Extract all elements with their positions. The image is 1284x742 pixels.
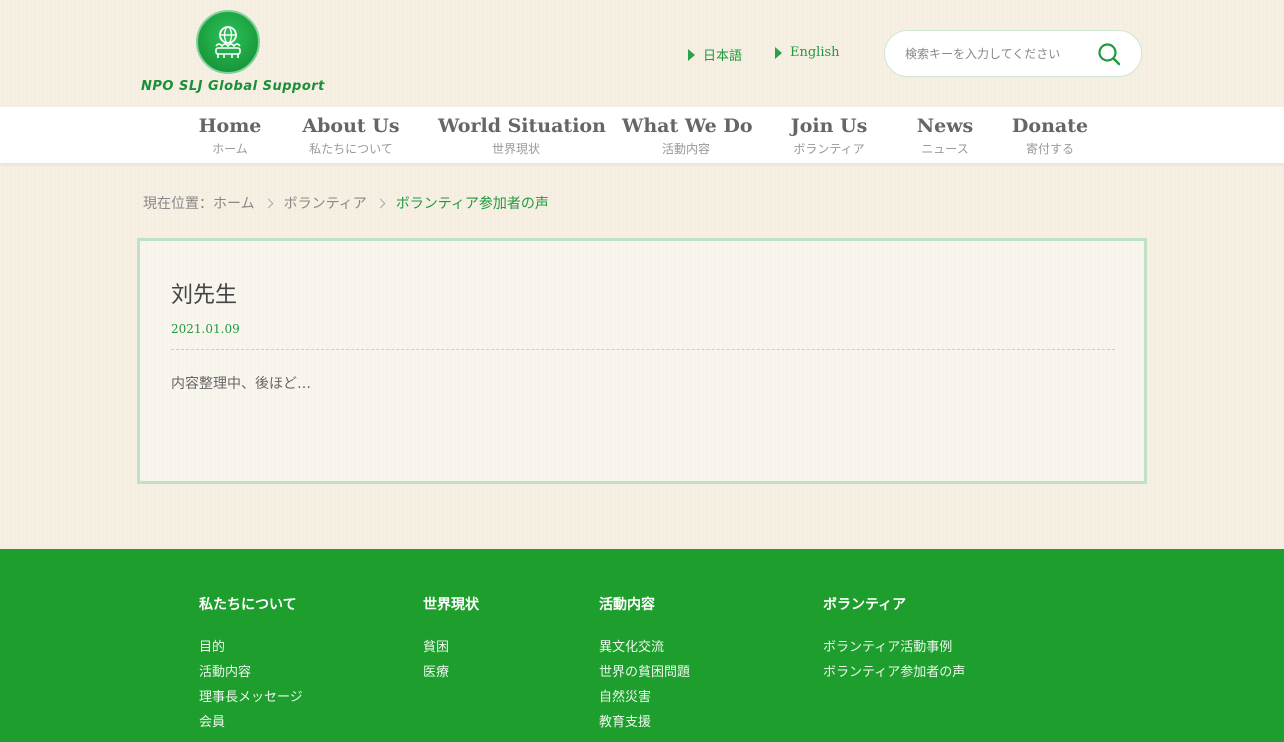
footer-link[interactable]: 活動内容 [199,661,303,686]
nav-item-donate[interactable]: Donate 寄付する [1010,107,1090,163]
play-triangle-icon [688,48,695,61]
footer-column-title[interactable]: 世界現状 [423,594,479,614]
play-triangle-icon [775,46,782,59]
nav-item-label: Join Us [790,115,868,137]
logo-text: NPO SLJ Global Support [141,79,325,94]
nav-item-label: Home [198,115,262,137]
site-logo[interactable]: NPO SLJ Global Support [141,10,325,98]
main-nav: Home ホーム About Us 私たちについて World Situatio… [0,107,1284,163]
site-footer: 私たちについて 目的 活動内容 理事長メッセージ 会員 世界現状 貧困 医療 活… [0,549,1284,742]
language-japanese-link[interactable]: 日本語 [688,45,742,64]
article-title: 刘先生 [171,283,238,308]
footer-link[interactable]: 目的 [199,636,303,661]
footer-column-world: 世界現状 貧困 医療 [423,594,479,686]
footer-link[interactable]: 異文化交流 [599,636,690,661]
nav-item-label: World Situation [438,115,606,137]
chevron-right-icon [375,198,386,208]
nav-item-sublabel: 世界現状 [491,142,540,156]
nav-item-home[interactable]: Home ホーム [190,107,270,163]
breadcrumb: 現在位置： ホーム ボランティア ボランティア参加者の声 [143,193,549,213]
search-box [884,30,1142,77]
nav-item-label: Donate [1011,115,1089,137]
site-header: NPO SLJ Global Support 日本語 English [0,0,1284,107]
footer-column-volunteer: ボランティア ボランティア活動事例 ボランティア参加者の声 [823,594,965,686]
footer-link[interactable]: ボランティア活動事例 [823,636,965,661]
footer-column-title[interactable]: 活動内容 [599,594,690,614]
nav-item-sublabel: 私たちについて [309,142,393,156]
nav-item-label: What We Do [622,115,753,137]
footer-link[interactable]: 会員 [199,711,303,736]
footer-column-title[interactable]: 私たちについて [199,594,303,614]
search-icon[interactable] [1097,42,1121,66]
footer-column-about: 私たちについて 目的 活動内容 理事長メッセージ 会員 [199,594,303,736]
nav-item-world-situation[interactable]: World Situation 世界現状 [438,107,606,163]
language-english-link[interactable]: English [775,45,840,60]
nav-item-sublabel: ニュース [921,142,969,156]
footer-column-title[interactable]: ボランティア [823,594,965,614]
footer-link[interactable]: 医療 [423,661,479,686]
breadcrumb-current: ボランティア参加者の声 [395,196,549,212]
nav-item-about-us[interactable]: About Us 私たちについて [295,107,407,163]
breadcrumb-prefix: 現在位置： [143,196,213,212]
nav-item-sublabel: 寄付する [1025,142,1074,156]
footer-link[interactable]: 世界の貧困問題 [599,661,690,686]
article-container: 刘先生 2021.01.09 内容整理中、後ほど… [137,238,1147,484]
footer-link[interactable]: ボランティア参加者の声 [823,661,965,686]
nav-item-sublabel: 活動内容 [661,142,710,156]
footer-link[interactable]: 理事長メッセージ [199,686,303,711]
footer-column-activities: 活動内容 異文化交流 世界の貧困問題 自然災害 教育支援 [599,594,690,736]
nav-item-join-us[interactable]: Join Us ボランティア [779,107,879,163]
footer-link[interactable]: 教育支援 [599,711,690,736]
language-japanese-label: 日本語 [703,49,743,64]
language-english-label: English [790,45,840,60]
footer-link[interactable]: 自然災害 [599,686,690,711]
nav-item-label: About Us [302,115,400,137]
breadcrumb-home-link[interactable]: ホーム [213,193,255,213]
globe-hands-icon [196,10,260,74]
breadcrumb-parent-link[interactable]: ボランティア [284,193,367,213]
nav-item-news[interactable]: News ニュース [910,107,980,163]
footer-link[interactable]: 貧困 [423,636,479,661]
nav-item-label: News [916,115,974,137]
nav-item-what-we-do[interactable]: What We Do 活動内容 [622,107,753,163]
search-input[interactable] [905,46,1085,61]
divider [171,349,1115,350]
article-body: 内容整理中、後ほど… [171,376,311,392]
article-date: 2021.01.09 [171,322,240,336]
nav-item-sublabel: ボランティア [793,142,865,156]
chevron-right-icon [263,198,274,208]
nav-item-sublabel: ホーム [212,142,248,156]
